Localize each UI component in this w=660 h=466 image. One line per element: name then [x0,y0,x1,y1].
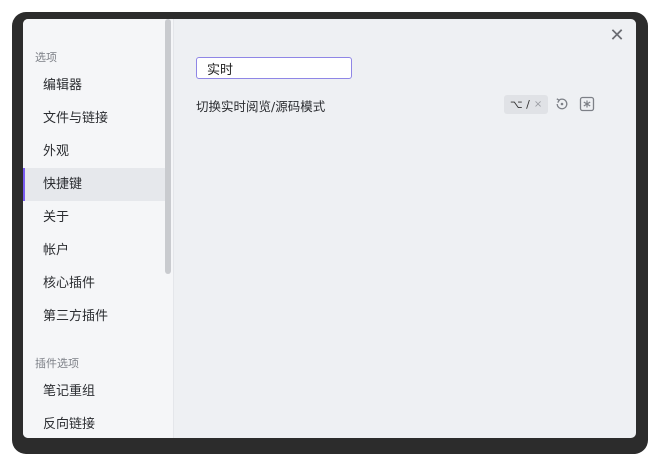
sidebar-item-appearance[interactable]: 外观 [23,135,165,168]
section-title-options: 选项 [35,51,57,64]
sidebar-item-account[interactable]: 帐户 [23,234,165,267]
sidebar-item-editor[interactable]: 编辑器 [23,69,165,102]
sidebar-item-about[interactable]: 关于 [23,201,165,234]
section-title-plugin-options: 插件选项 [35,357,79,370]
add-hotkey-icon[interactable] [579,96,595,112]
sidebar-item-files-links[interactable]: 文件与链接 [23,102,165,135]
sidebar-scrollbar[interactable] [165,19,171,274]
sidebar-item-backlinks[interactable]: 反向链接 [23,408,165,438]
hotkey-row: 切换实时阅览/源码模式 ⌥ / × [196,91,606,119]
hotkey-shortcut-label: ⌥ / [510,98,530,111]
hotkey-search-input[interactable] [196,57,352,79]
settings-content: ✕ 切换实时阅览/源码模式 ⌥ / × [174,19,636,438]
settings-sidebar: 选项 编辑器 文件与链接 外观 快捷键 关于 帐户 核心插件 第三方插件 插件选… [23,19,174,438]
sidebar-item-community-plugins[interactable]: 第三方插件 [23,300,165,333]
hotkey-shortcut-chip[interactable]: ⌥ / × [504,95,549,114]
settings-dialog: 选项 编辑器 文件与链接 外观 快捷键 关于 帐户 核心插件 第三方插件 插件选… [23,19,636,438]
hotkey-command-name: 切换实时阅览/源码模式 [196,99,326,114]
sidebar-item-hotkeys[interactable]: 快捷键 [23,168,165,201]
remove-hotkey-icon[interactable]: × [534,95,542,114]
sidebar-item-note-composer[interactable]: 笔记重组 [23,375,165,408]
close-icon[interactable]: ✕ [608,27,626,45]
sidebar-item-core-plugins[interactable]: 核心插件 [23,267,165,300]
restore-default-icon[interactable] [554,96,570,112]
